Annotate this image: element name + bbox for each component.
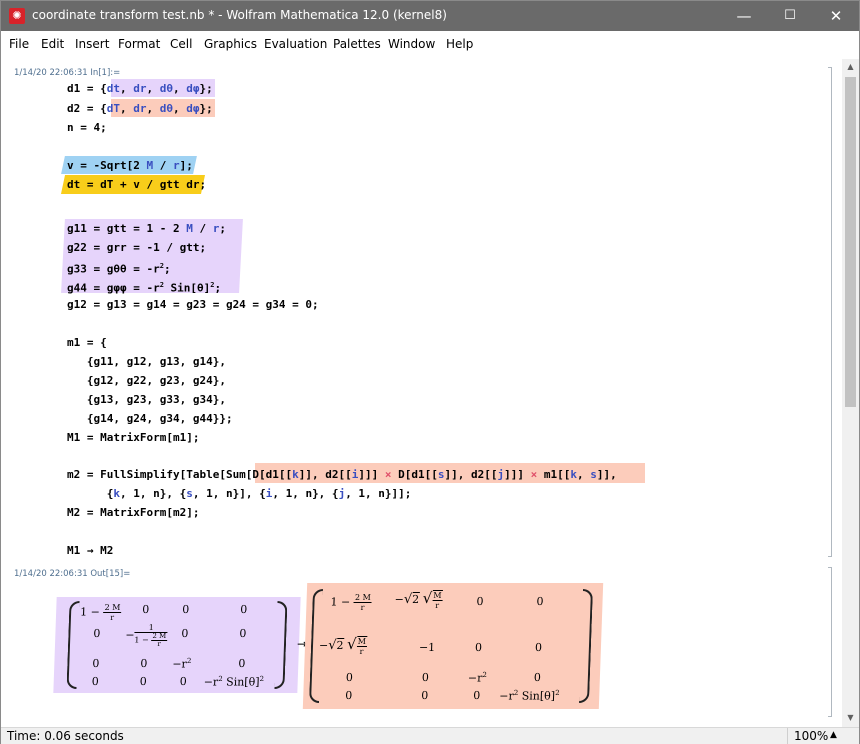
scrollbar-thumb[interactable]	[845, 77, 856, 407]
zoom-menu-icon[interactable]: ▲	[830, 730, 837, 740]
matrix-cell: 0	[182, 603, 190, 616]
status-divider	[787, 728, 788, 744]
matrix-cell: −1	[418, 641, 436, 654]
code-line-m1-row1[interactable]: {g11, g12, g13, g14},	[67, 352, 226, 371]
code-line-m2-iter[interactable]: {k, 1, n}, {s, 1, n}], {i, 1, n}, {j, 1,…	[67, 484, 412, 503]
matrix-cell: 0	[139, 675, 147, 688]
minimize-button[interactable]: —	[721, 1, 767, 31]
code-line-g11[interactable]: g11 = gtt = 1 - 2 M / r;	[67, 219, 226, 238]
matrix-cell: 0	[92, 657, 100, 670]
menu-palettes[interactable]: Palettes	[333, 37, 381, 51]
menu-window[interactable]: Window	[388, 37, 435, 51]
code-line-m1-row3[interactable]: {g13, g23, g33, g34},	[67, 390, 226, 409]
maximize-button[interactable]: ☐	[767, 1, 813, 31]
matrix-cell: 0	[474, 641, 483, 654]
matrix-cell: 0	[536, 595, 544, 608]
matrix-cell: 0	[345, 689, 353, 702]
menu-file[interactable]: File	[9, 37, 29, 51]
matrix-cell: 0	[91, 675, 99, 688]
output-cell-bracket[interactable]	[828, 567, 832, 717]
code-line-g22[interactable]: g22 = grr = -1 / gtt;	[67, 238, 206, 257]
matrix-cell: 0	[239, 627, 247, 640]
matrix-cell: −1 1 − 2 Mr	[125, 623, 168, 648]
mathematica-window: ✺ coordinate transform test.nb * - Wolfr…	[0, 0, 860, 744]
menu-format[interactable]: Format	[118, 37, 160, 51]
code-line-rule[interactable]: M1 → M2	[67, 541, 113, 560]
matrix-cell: 0	[533, 671, 542, 684]
menu-edit[interactable]: Edit	[41, 37, 64, 51]
input-cell-label: 1/14/20 22:06:31 In[1]:=	[14, 68, 121, 78]
mathematica-logo-icon: ✺	[9, 8, 25, 24]
matrix-cell: 1 − 2 Mr	[79, 603, 122, 622]
matrix-cell: 0	[179, 675, 187, 688]
menu-graphics[interactable]: Graphics	[204, 37, 257, 51]
matrix-cell: −√2 √ Mr	[394, 589, 443, 610]
menu-insert[interactable]: Insert	[75, 37, 109, 51]
input-cell-bracket[interactable]	[828, 67, 832, 557]
right-paren	[274, 601, 288, 689]
matrix-cell: 0	[345, 671, 354, 684]
matrix-cell: 0	[140, 657, 148, 670]
right-paren	[579, 589, 593, 703]
matrix-cell: 0	[421, 689, 429, 702]
code-line-m1-row4[interactable]: {g14, g24, g34, g44}};	[67, 409, 233, 428]
code-line-M1[interactable]: M1 = MatrixForm[m1];	[67, 428, 199, 447]
window-title: coordinate transform test.nb * - Wolfram…	[32, 8, 447, 22]
matrix-cell: −r2 Sin[θ]2	[203, 675, 265, 689]
matrix-cell: 1 − 2 Mr	[330, 593, 372, 612]
code-line-M2[interactable]: M2 = MatrixForm[m2];	[67, 503, 199, 522]
scroll-up-icon[interactable]: ▲	[842, 62, 859, 71]
metric-matrix-m1[interactable]: 1 − 2 Mr 0 0 0 0 −1 1 − 2 Mr 0 0 0 0 −r2 …	[53, 597, 301, 693]
matrix-cell: 0	[238, 657, 246, 670]
menu-help[interactable]: Help	[446, 37, 473, 51]
matrix-cell: −r2	[172, 657, 192, 671]
vertical-scrollbar[interactable]: ▲ ▼	[842, 59, 859, 727]
code-line-n[interactable]: n = 4;	[67, 118, 107, 137]
matrix-cell: 0	[181, 627, 189, 640]
menu-evaluation[interactable]: Evaluation	[264, 37, 327, 51]
left-paren	[66, 601, 80, 689]
evaluation-time: Time: 0.06 seconds	[7, 729, 124, 743]
matrix-cell: 0	[473, 689, 481, 702]
scroll-down-icon[interactable]: ▼	[842, 713, 859, 722]
matrix-cell: 0	[421, 671, 430, 684]
code-line-dt[interactable]: dt = dT + v / gtt dr;	[67, 175, 206, 194]
close-button[interactable]: ✕	[813, 1, 859, 31]
notebook-area[interactable]: 1/14/20 22:06:31 In[1]:= d1 = {dt, dr, d…	[1, 59, 841, 727]
matrix-cell: −√2 √ Mr	[318, 635, 368, 656]
status-bar: Time: 0.06 seconds 100% ▲	[1, 727, 859, 744]
code-line-m2[interactable]: m2 = FullSimplify[Table[Sum[D[d1[[k]], d…	[67, 465, 617, 484]
zoom-level[interactable]: 100%	[794, 729, 828, 743]
menu-cell[interactable]: Cell	[170, 37, 192, 51]
matrix-cell: −r2	[467, 671, 488, 685]
code-line-m1-open[interactable]: m1 = {	[67, 333, 107, 352]
code-line-d1[interactable]: d1 = {dt, dr, dθ, dφ};	[67, 79, 213, 98]
matrix-cell: 0	[476, 595, 484, 608]
matrix-cell: 0	[240, 603, 248, 616]
menu-bar: File Edit Insert Format Cell Graphics Ev…	[1, 31, 859, 59]
code-line-v[interactable]: v = -Sqrt[2 M / r];	[67, 156, 193, 175]
output-cell-label: 1/14/20 22:06:31 Out[15]=	[14, 569, 131, 579]
matrix-cell: 0	[142, 603, 150, 616]
code-line-d2[interactable]: d2 = {dT, dr, dθ, dφ};	[67, 99, 213, 118]
title-bar[interactable]: ✺ coordinate transform test.nb * - Wolfr…	[1, 1, 859, 31]
metric-matrix-m2[interactable]: 1 − 2 Mr −√2 √ Mr 0 0 −√2 √ Mr −1 0 0 0 0 …	[302, 583, 604, 709]
matrix-cell: 0	[93, 627, 101, 640]
matrix-cell: 0	[534, 641, 543, 654]
code-line-g12[interactable]: g12 = g13 = g14 = g23 = g24 = g34 = 0;	[67, 295, 319, 314]
code-line-m1-row2[interactable]: {g12, g22, g23, g24},	[67, 371, 226, 390]
matrix-cell: −r2 Sin[θ]2	[499, 689, 560, 703]
